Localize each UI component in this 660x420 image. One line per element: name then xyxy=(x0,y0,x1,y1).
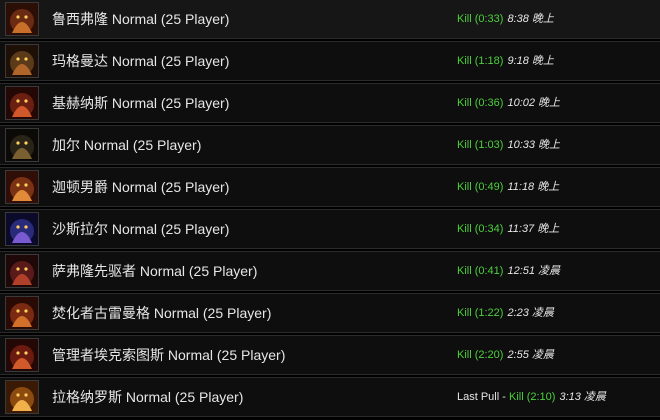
kill-result: Kill (1:22) xyxy=(457,307,504,319)
encounter-status: Kill (0:41) 12:51 凌晨 xyxy=(457,262,560,280)
encounter-name: 基赫纳斯 Normal (25 Player) xyxy=(52,95,230,111)
encounter-time: 9:18 晚上 xyxy=(507,55,554,67)
encounter-name: 管理者埃克索图斯 Normal (25 Player) xyxy=(52,347,286,363)
shazzrah-icon xyxy=(5,212,39,246)
encounter-status: Kill (0:34) 11:37 晚上 xyxy=(457,220,559,238)
encounter-time: 10:33 晚上 xyxy=(507,139,561,151)
kill-result: Kill (0:36) xyxy=(457,97,504,109)
separator: - xyxy=(499,391,509,403)
encounter-status: Kill (1:03) 10:33 晚上 xyxy=(457,136,560,154)
encounter-status: Kill (0:36) 10:02 晚上 xyxy=(457,94,560,112)
encounter-time: 3:13 凌晨 xyxy=(559,391,606,403)
encounter-status: Kill (2:20) 2:55 凌晨 xyxy=(457,346,554,364)
encounter-name: 萨弗隆先驱者 Normal (25 Player) xyxy=(52,263,258,279)
encounter-name: 拉格纳罗斯 Normal (25 Player) xyxy=(52,389,244,405)
kill-result: Kill (1:18) xyxy=(457,55,504,67)
gehennas-icon xyxy=(5,86,39,120)
kill-result: Kill (0:34) xyxy=(457,223,504,235)
encounter-row[interactable]: 鲁西弗隆 Normal (25 Player) Kill (0:33) 8:38 … xyxy=(0,0,660,39)
executus-icon xyxy=(5,338,39,372)
last-pull-label: Last Pull xyxy=(457,391,500,403)
encounter-time: 8:38 晚上 xyxy=(507,13,554,25)
encounter-name: 玛格曼达 Normal (25 Player) xyxy=(52,53,230,69)
encounter-time: 12:51 凌晨 xyxy=(507,265,561,277)
kill-result: Kill (0:41) xyxy=(457,265,504,277)
encounter-status: Last Pull - Kill (2:10) 3:13 凌晨 xyxy=(457,388,606,406)
lucifron-icon xyxy=(5,2,39,36)
encounter-row[interactable]: 迦顿男爵 Normal (25 Player) Kill (0:49) 11:18… xyxy=(0,167,660,207)
kill-result: Kill (2:10) xyxy=(508,391,556,403)
ragnaros-icon xyxy=(5,380,39,414)
encounter-time: 2:23 凌晨 xyxy=(507,307,554,319)
kill-result: Kill (1:03) xyxy=(457,139,504,151)
encounter-time: 11:37 晚上 xyxy=(507,223,560,235)
encounter-name: 加尔 Normal (25 Player) xyxy=(52,137,202,153)
encounter-row[interactable]: 拉格纳罗斯 Normal (25 Player) Last Pull - Kil… xyxy=(0,377,660,417)
encounter-row[interactable]: 加尔 Normal (25 Player) Kill (1:03) 10:33 晚… xyxy=(0,125,660,165)
kill-result: Kill (0:49) xyxy=(457,181,504,193)
garr-icon xyxy=(5,128,39,162)
encounter-name: 沙斯拉尔 Normal (25 Player) xyxy=(52,221,230,237)
encounter-time: 2:55 凌晨 xyxy=(507,349,554,361)
encounter-name: 焚化者古雷曼格 Normal (25 Player) xyxy=(52,305,272,321)
encounter-status: Kill (0:33) 8:38 晚上 xyxy=(457,10,554,28)
encounter-row[interactable]: 沙斯拉尔 Normal (25 Player) Kill (0:34) 11:37… xyxy=(0,209,660,249)
encounter-time: 11:18 晚上 xyxy=(507,181,560,193)
encounter-list: 鲁西弗隆 Normal (25 Player) Kill (0:33) 8:38 … xyxy=(0,0,660,420)
encounter-row[interactable]: 基赫纳斯 Normal (25 Player) Kill (0:36) 10:02… xyxy=(0,83,660,123)
encounter-row[interactable]: 管理者埃克索图斯 Normal (25 Player) Kill (2:20) 2… xyxy=(0,335,660,375)
kill-result: Kill (0:33) xyxy=(457,13,504,25)
encounter-status: Kill (0:49) 11:18 晚上 xyxy=(457,178,559,196)
encounter-row[interactable]: 玛格曼达 Normal (25 Player) Kill (1:18) 9:18 … xyxy=(0,41,660,81)
kill-result: Kill (2:20) xyxy=(457,349,504,361)
encounter-row[interactable]: 萨弗隆先驱者 Normal (25 Player) Kill (0:41) 12:… xyxy=(0,251,660,291)
harbinger-icon xyxy=(5,254,39,288)
encounter-status: Kill (1:18) 9:18 晚上 xyxy=(457,52,554,70)
encounter-status: Kill (1:22) 2:23 凌晨 xyxy=(457,304,554,322)
geddon-icon xyxy=(5,170,39,204)
encounter-time: 10:02 晚上 xyxy=(507,97,561,109)
golemagg-icon xyxy=(5,296,39,330)
encounter-name: 迦顿男爵 Normal (25 Player) xyxy=(52,179,230,195)
encounter-row[interactable]: 焚化者古雷曼格 Normal (25 Player) Kill (1:22) 2:… xyxy=(0,293,660,333)
magmadar-icon xyxy=(5,44,39,78)
encounter-name: 鲁西弗隆 Normal (25 Player) xyxy=(52,11,230,27)
